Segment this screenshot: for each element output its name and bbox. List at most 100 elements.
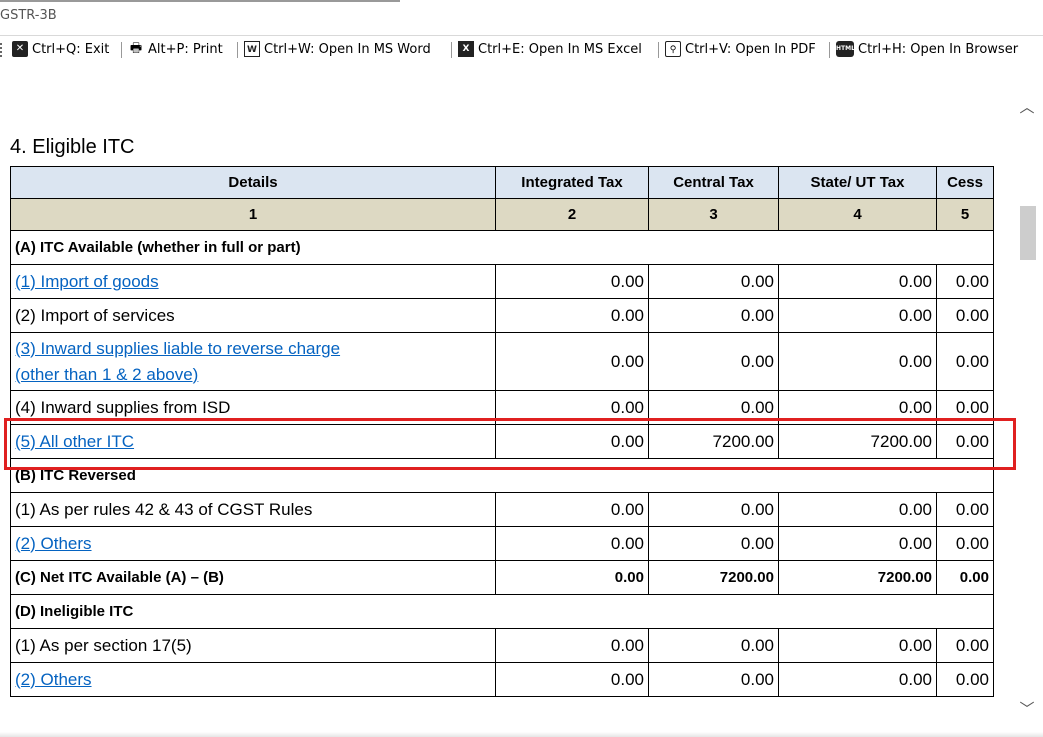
excel-icon: X: [458, 41, 474, 57]
central-tax-value: 7200.00: [648, 424, 779, 459]
close-icon: ✕: [12, 41, 28, 57]
integrated-tax-value: 0.00: [495, 662, 649, 697]
print-label: Alt+P: Print: [148, 41, 223, 57]
section-b-title: (B) ITC Reversed: [10, 458, 994, 493]
title-divider: [0, 0, 400, 2]
net-itc-row: (C) Net ITC Available (A) – (B) 0.00 720…: [10, 560, 994, 595]
import-of-goods-link[interactable]: (1) Import of goods: [10, 264, 496, 299]
chevron-down-icon: ﹀: [1019, 700, 1035, 718]
scrollbar-thumb[interactable]: [1020, 206, 1036, 260]
table-row: (2) Others 0.00 0.00 0.00 0.00: [10, 662, 994, 697]
state-tax-value: 0.00: [778, 662, 937, 697]
row-label: (1) As per section 17(5): [10, 628, 496, 663]
cess-value: 0.00: [936, 492, 994, 527]
scroll-down-button[interactable]: ﹀: [1018, 698, 1036, 718]
cess-value: 0.00: [936, 662, 994, 697]
column-header: Central Tax: [648, 166, 779, 199]
title-bar: GSTR-3B: [0, 0, 1043, 36]
state-tax-value: 0.00: [778, 298, 937, 333]
word-icon: W: [244, 41, 260, 57]
table-header-row: Details Integrated Tax Central Tax State…: [10, 166, 994, 199]
open-excel-button[interactable]: X Ctrl+E: Open In MS Excel: [458, 41, 642, 57]
cess-value: 0.00: [936, 390, 994, 425]
pdf-icon: ⚲: [665, 41, 681, 57]
all-other-itc-link[interactable]: (5) All other ITC: [10, 424, 496, 459]
column-header: Integrated Tax: [495, 166, 649, 199]
row-label-continued[interactable]: (other than 1 & 2 above): [15, 365, 198, 384]
exit-button[interactable]: ✕ Ctrl+Q: Exit: [12, 41, 109, 57]
column-number: 4: [778, 198, 937, 231]
row-label[interactable]: (3) Inward supplies liable to reverse ch…: [15, 339, 340, 358]
state-tax-value: 0.00: [778, 526, 937, 561]
column-number: 1: [10, 198, 496, 231]
bottom-edge: [0, 732, 1043, 737]
reverse-charge-link[interactable]: (3) Inward supplies liable to reverse ch…: [10, 332, 496, 391]
section-a-row: (A) ITC Available (whether in full or pa…: [10, 230, 994, 265]
section-a-title: (A) ITC Available (whether in full or pa…: [10, 230, 994, 265]
open-word-button[interactable]: W Ctrl+W: Open In MS Word: [244, 41, 431, 57]
column-number: 3: [648, 198, 779, 231]
central-tax-value: 0.00: [648, 298, 779, 333]
state-tax-value: 0.00: [778, 492, 937, 527]
central-tax-value: 0.00: [648, 332, 779, 391]
section-d-title: (D) Ineligible ITC: [10, 594, 994, 629]
integrated-tax-value: 0.00: [495, 390, 649, 425]
row-label: (1) As per rules 42 & 43 of CGST Rules: [10, 492, 496, 527]
row-label[interactable]: (5) All other ITC: [15, 432, 134, 451]
toolbar-separator: [121, 42, 122, 58]
integrated-tax-value: 0.00: [495, 526, 649, 561]
open-pdf-button[interactable]: ⚲ Ctrl+V: Open In PDF: [665, 41, 816, 57]
eligible-itc-table: Details Integrated Tax Central Tax State…: [10, 166, 994, 697]
row-label: (C) Net ITC Available (A) – (B): [10, 560, 496, 595]
central-tax-value: 0.00: [648, 628, 779, 663]
row-label: (4) Inward supplies from ISD: [10, 390, 496, 425]
cess-value: 0.00: [936, 298, 994, 333]
cess-value: 0.00: [936, 526, 994, 561]
word-label: Ctrl+W: Open In MS Word: [264, 41, 431, 57]
cess-value: 0.00: [936, 560, 994, 595]
central-tax-value: 0.00: [648, 264, 779, 299]
chevron-up-icon: ︿: [1019, 98, 1035, 116]
table-row-all-other-itc: (5) All other ITC 0.00 7200.00 7200.00 0…: [10, 424, 994, 459]
cess-value: 0.00: [936, 628, 994, 663]
integrated-tax-value: 0.00: [495, 492, 649, 527]
browser-label: Ctrl+H: Open In Browser: [858, 41, 1019, 57]
table-row: (1) As per rules 42 & 43 of CGST Rules 0…: [10, 492, 994, 527]
column-header: State/ UT Tax: [778, 166, 937, 199]
row-label[interactable]: (2) Others: [15, 670, 92, 689]
central-tax-value: 0.00: [648, 492, 779, 527]
row-label[interactable]: (1) Import of goods: [15, 272, 159, 291]
toolbar-grip[interactable]: [0, 43, 5, 57]
state-tax-value: 0.00: [778, 390, 937, 425]
row-label[interactable]: (2) Others: [15, 534, 92, 553]
cess-value: 0.00: [936, 264, 994, 299]
html-icon: HTML: [836, 41, 855, 57]
scroll-up-button[interactable]: ︿: [1018, 96, 1036, 116]
state-tax-value: 7200.00: [778, 560, 937, 595]
print-button[interactable]: 🖶 Alt+P: Print: [128, 41, 223, 57]
cess-value: 0.00: [936, 332, 994, 391]
integrated-tax-value: 0.00: [495, 424, 649, 459]
column-header: Cess: [936, 166, 994, 199]
integrated-tax-value: 0.00: [495, 332, 649, 391]
state-tax-value: 7200.00: [778, 424, 937, 459]
toolbar-separator: [451, 42, 452, 58]
central-tax-value: 0.00: [648, 662, 779, 697]
others-reversed-link[interactable]: (2) Others: [10, 526, 496, 561]
integrated-tax-value: 0.00: [495, 560, 649, 595]
open-browser-button[interactable]: HTML Ctrl+H: Open In Browser: [836, 41, 1018, 57]
state-tax-value: 0.00: [778, 264, 937, 299]
section-d-row: (D) Ineligible ITC: [10, 594, 994, 629]
exit-label: Ctrl+Q: Exit: [32, 41, 110, 57]
window-title: GSTR-3B: [0, 8, 57, 23]
column-header: Details: [10, 166, 496, 199]
integrated-tax-value: 0.00: [495, 298, 649, 333]
central-tax-value: 0.00: [648, 390, 779, 425]
column-number: 2: [495, 198, 649, 231]
column-number-row: 1 2 3 4 5: [10, 198, 994, 231]
column-number: 5: [936, 198, 994, 231]
section-heading: 4. Eligible ITC: [10, 136, 135, 158]
others-ineligible-link[interactable]: (2) Others: [10, 662, 496, 697]
section-b-row: (B) ITC Reversed: [10, 458, 994, 493]
table-row: (1) As per section 17(5) 0.00 0.00 0.00 …: [10, 628, 994, 663]
